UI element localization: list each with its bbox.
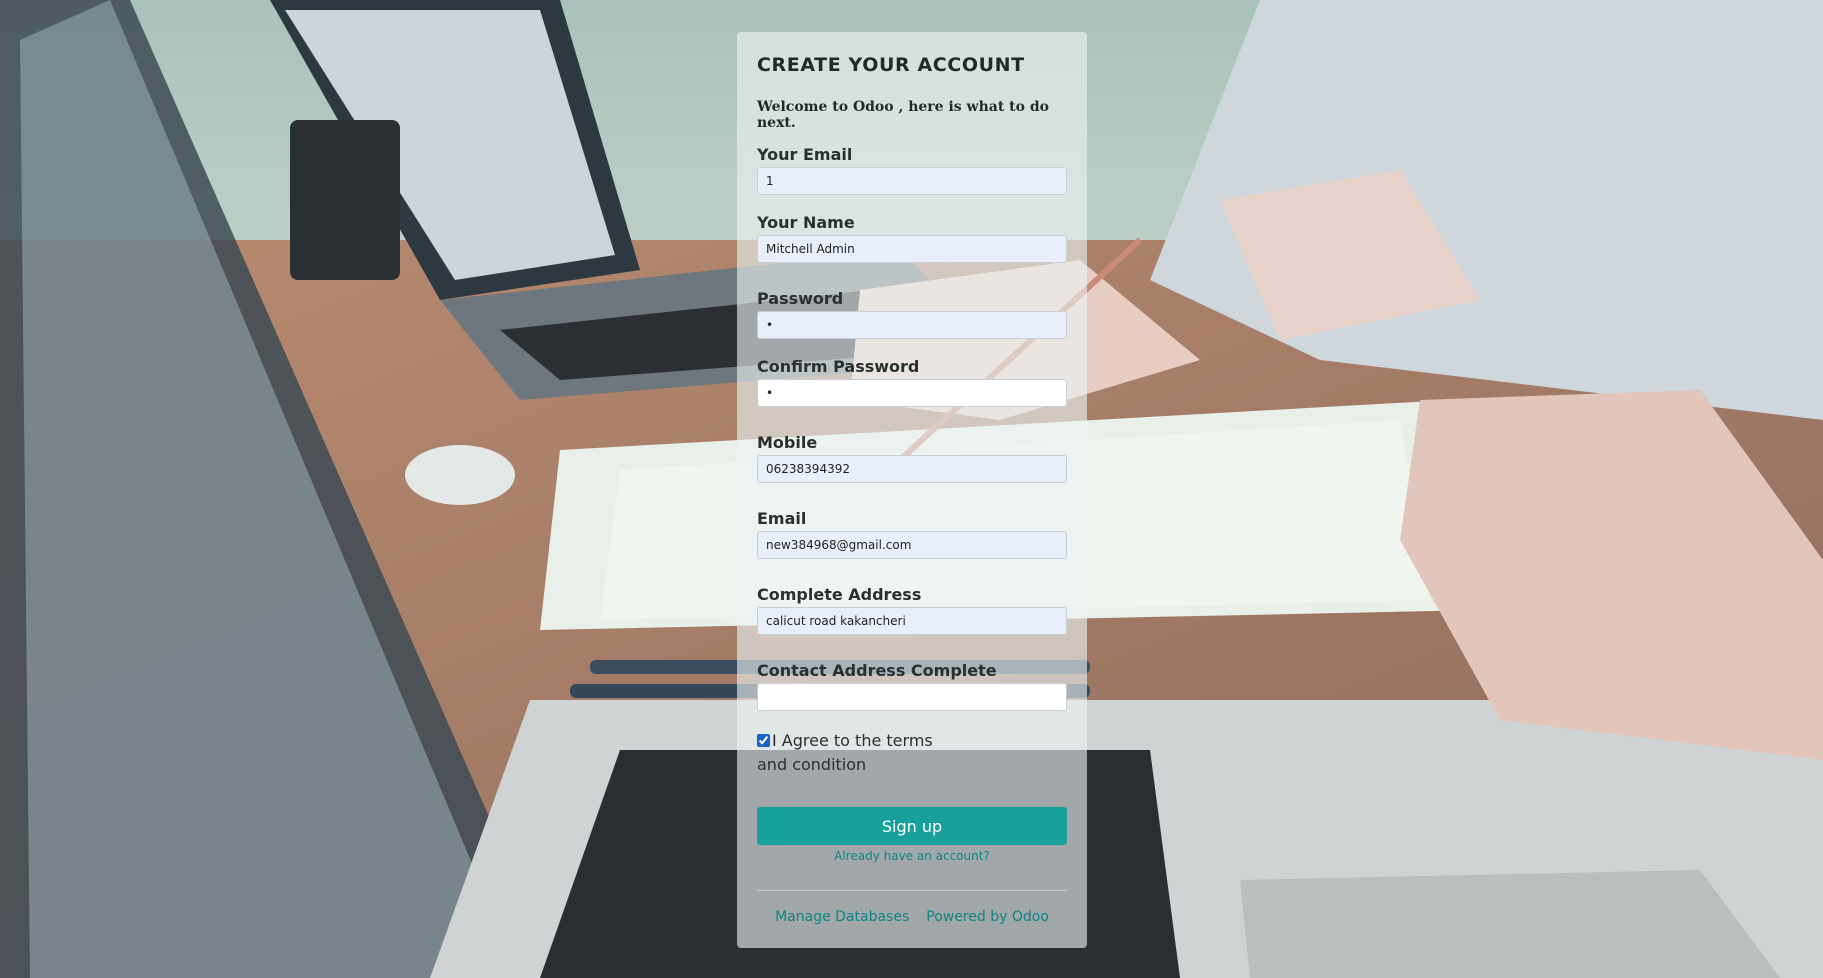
- your-email-input[interactable]: [757, 167, 1067, 195]
- mobile-input[interactable]: [757, 455, 1067, 483]
- footer-links: Manage Databases Powered by Odoo: [757, 908, 1067, 925]
- agree-checkbox[interactable]: [757, 734, 770, 747]
- your-name-label: Your Name: [757, 213, 855, 232]
- powered-by-odoo-link[interactable]: Powered by Odoo: [926, 909, 1049, 925]
- welcome-text: Welcome to Odoo , here is what to do nex…: [757, 99, 1049, 131]
- agree-text: I Agree to the terms and condition: [757, 731, 933, 774]
- confirm-password-input[interactable]: [757, 379, 1067, 407]
- page-title: CREATE YOUR ACCOUNT: [757, 54, 1025, 76]
- footer-separator: [917, 908, 919, 924]
- complete-address-input[interactable]: [757, 607, 1067, 635]
- your-email-label: Your Email: [757, 145, 853, 164]
- agree-terms: I Agree to the terms and condition: [757, 729, 957, 777]
- your-name-input[interactable]: [757, 235, 1067, 263]
- contact-address-input[interactable]: [757, 683, 1067, 711]
- footer-divider: [757, 890, 1067, 891]
- signup-card: CREATE YOUR ACCOUNT Welcome to Odoo , he…: [737, 32, 1087, 948]
- already-have-account-link[interactable]: Already have an account?: [757, 849, 1067, 863]
- email-input[interactable]: [757, 531, 1067, 559]
- mobile-label: Mobile: [757, 433, 818, 452]
- confirm-password-label: Confirm Password: [757, 357, 920, 376]
- password-label: Password: [757, 289, 844, 308]
- password-input[interactable]: [757, 311, 1067, 339]
- contact-address-label: Contact Address Complete: [757, 661, 997, 680]
- email-label: Email: [757, 509, 807, 528]
- complete-address-label: Complete Address: [757, 585, 922, 604]
- signup-button[interactable]: Sign up: [757, 807, 1067, 845]
- manage-databases-link[interactable]: Manage Databases: [775, 909, 909, 925]
